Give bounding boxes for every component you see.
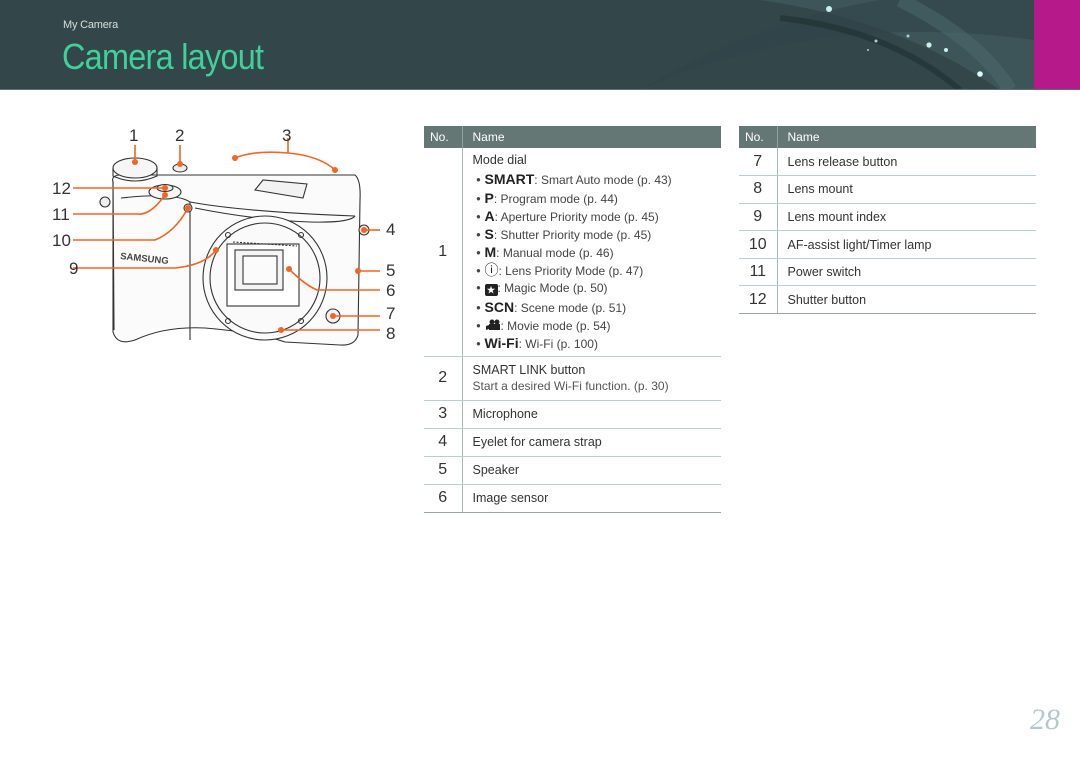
row-number: 5 — [424, 456, 463, 485]
mode-item: • SMART: Smart Auto mode (p. 43) — [476, 171, 672, 188]
table-row: 8 Lens mount — [739, 175, 1036, 204]
callout-8: 8 — [386, 324, 396, 343]
parts-table-right: No. Name 7 Lens release button 8 Lens mo… — [739, 126, 1036, 315]
item-description: Start a desired Wi-Fi function. (p. 30) — [472, 379, 669, 393]
table-row: 6 Image sensor — [424, 484, 721, 513]
mode-item: • ★: Magic Mode (p. 50) — [476, 281, 608, 297]
aperture-icon: A — [484, 207, 495, 224]
mode-item: • Wi-Fi: Wi-Fi (p. 100) — [476, 335, 598, 351]
row-number: 3 — [424, 400, 463, 429]
callout-2: 2 — [175, 126, 185, 145]
smart-auto-icon: SMART — [484, 171, 535, 188]
scene-icon: SCN — [484, 298, 515, 315]
callout-11: 11 — [52, 205, 70, 224]
row-number: 7 — [739, 148, 778, 177]
item-name: Speaker — [462, 456, 721, 485]
banner-divider — [0, 89, 1080, 90]
mode-item: • ⓘ: Lens Priority Mode (p. 47) — [476, 262, 644, 279]
mode-item: • A: Aperture Priority mode (p. 45) — [476, 207, 659, 224]
callout-4: 4 — [386, 220, 396, 239]
table-row: 7 Lens release button — [739, 148, 1036, 177]
callout-5: 5 — [386, 261, 396, 280]
mode-item: • P: Program mode (p. 44) — [476, 189, 618, 206]
mode-item: • SCN: Scene mode (p. 51) — [476, 298, 627, 315]
callout-9: 9 — [69, 259, 79, 278]
item-name: Lens mount — [777, 175, 1036, 204]
section-label: My Camera — [63, 19, 119, 31]
callout-7: 7 — [386, 304, 396, 323]
row-number: 6 — [424, 484, 463, 513]
column-header-name: Name — [777, 126, 1036, 148]
mode-item: • S: Shutter Priority mode (p. 45) — [476, 225, 652, 242]
manual-icon: M — [484, 244, 497, 261]
row-number: 1 — [424, 148, 463, 357]
row-number: 12 — [739, 285, 778, 315]
header-banner: My Camera Camera layout — [0, 0, 1080, 90]
callout-3: 3 — [282, 126, 292, 145]
row-number: 8 — [739, 175, 778, 204]
item-name: Image sensor — [462, 484, 721, 513]
parts-table-left: No. Name 1 Mode dial • SMART: Smart Auto … — [424, 126, 721, 513]
table-row: 3 Microphone — [424, 400, 721, 429]
table-row: 10 AF-assist light/Timer lamp — [739, 230, 1036, 259]
table-row: 12 Shutter button — [739, 285, 1036, 315]
page-number: 28 — [1030, 703, 1060, 736]
table-row: 2 SMART LINK button Start a desired Wi-F… — [424, 356, 721, 401]
eyelet-left — [99, 196, 111, 208]
row-number: 10 — [739, 230, 778, 259]
row-number: 2 — [424, 356, 463, 401]
wifi-icon: Wi-Fi — [484, 335, 519, 351]
program-icon: P — [484, 189, 494, 206]
callout-6: 6 — [386, 281, 396, 300]
column-header-no: No. — [424, 126, 463, 148]
item-name: Shutter button — [777, 285, 1036, 315]
row-number: 11 — [739, 258, 778, 287]
camera-drawing: SAMSUNG — [73, 138, 380, 346]
table-row: 1 Mode dial • SMART: Smart Auto mode (p. … — [424, 148, 722, 357]
column-header-name: Name — [462, 126, 721, 148]
item-name: Power switch — [777, 258, 1036, 287]
callout-10: 10 — [52, 231, 71, 250]
lens-priority-icon: ⓘ — [484, 262, 499, 279]
table-row: 5 Speaker — [424, 456, 721, 485]
item-name: SMART LINK button — [472, 363, 586, 377]
item-name: Mode dial — [472, 153, 527, 168]
callout-12: 12 — [52, 179, 71, 198]
table-row: 9 Lens mount index — [739, 203, 1036, 232]
magic-icon: ★ — [484, 284, 498, 297]
table-row: 11 Power switch — [739, 258, 1036, 287]
camera-diagram: SAMSUNG 1 2 3 4 5 6 7 8 9 10 11 12 — [52, 120, 405, 360]
item-name: Eyelet for camera strap — [462, 428, 721, 457]
column-header-no: No. — [739, 126, 778, 148]
item-name: AF-assist light/Timer lamp — [777, 230, 1036, 259]
mode-item: • M: Manual mode (p. 46) — [476, 244, 614, 261]
movie-icon — [485, 317, 501, 333]
shutter-icon: S — [484, 225, 494, 242]
page-title: Camera layout — [62, 36, 264, 77]
item-name: Lens mount index — [777, 203, 1036, 232]
table-row: 4 Eyelet for camera strap — [424, 428, 721, 457]
item-name: Microphone — [462, 400, 721, 429]
row-number: 9 — [739, 203, 778, 232]
callout-1: 1 — [129, 126, 139, 145]
item-name: Lens release button — [777, 148, 1036, 177]
side-tab-accent — [1034, 0, 1080, 90]
mode-list: • SMART: Smart Auto mode (p. 43) • P: Prog… — [473, 170, 722, 352]
row-number: 4 — [424, 428, 463, 457]
mode-item: •: Movie mode (p. 54) — [476, 317, 611, 333]
